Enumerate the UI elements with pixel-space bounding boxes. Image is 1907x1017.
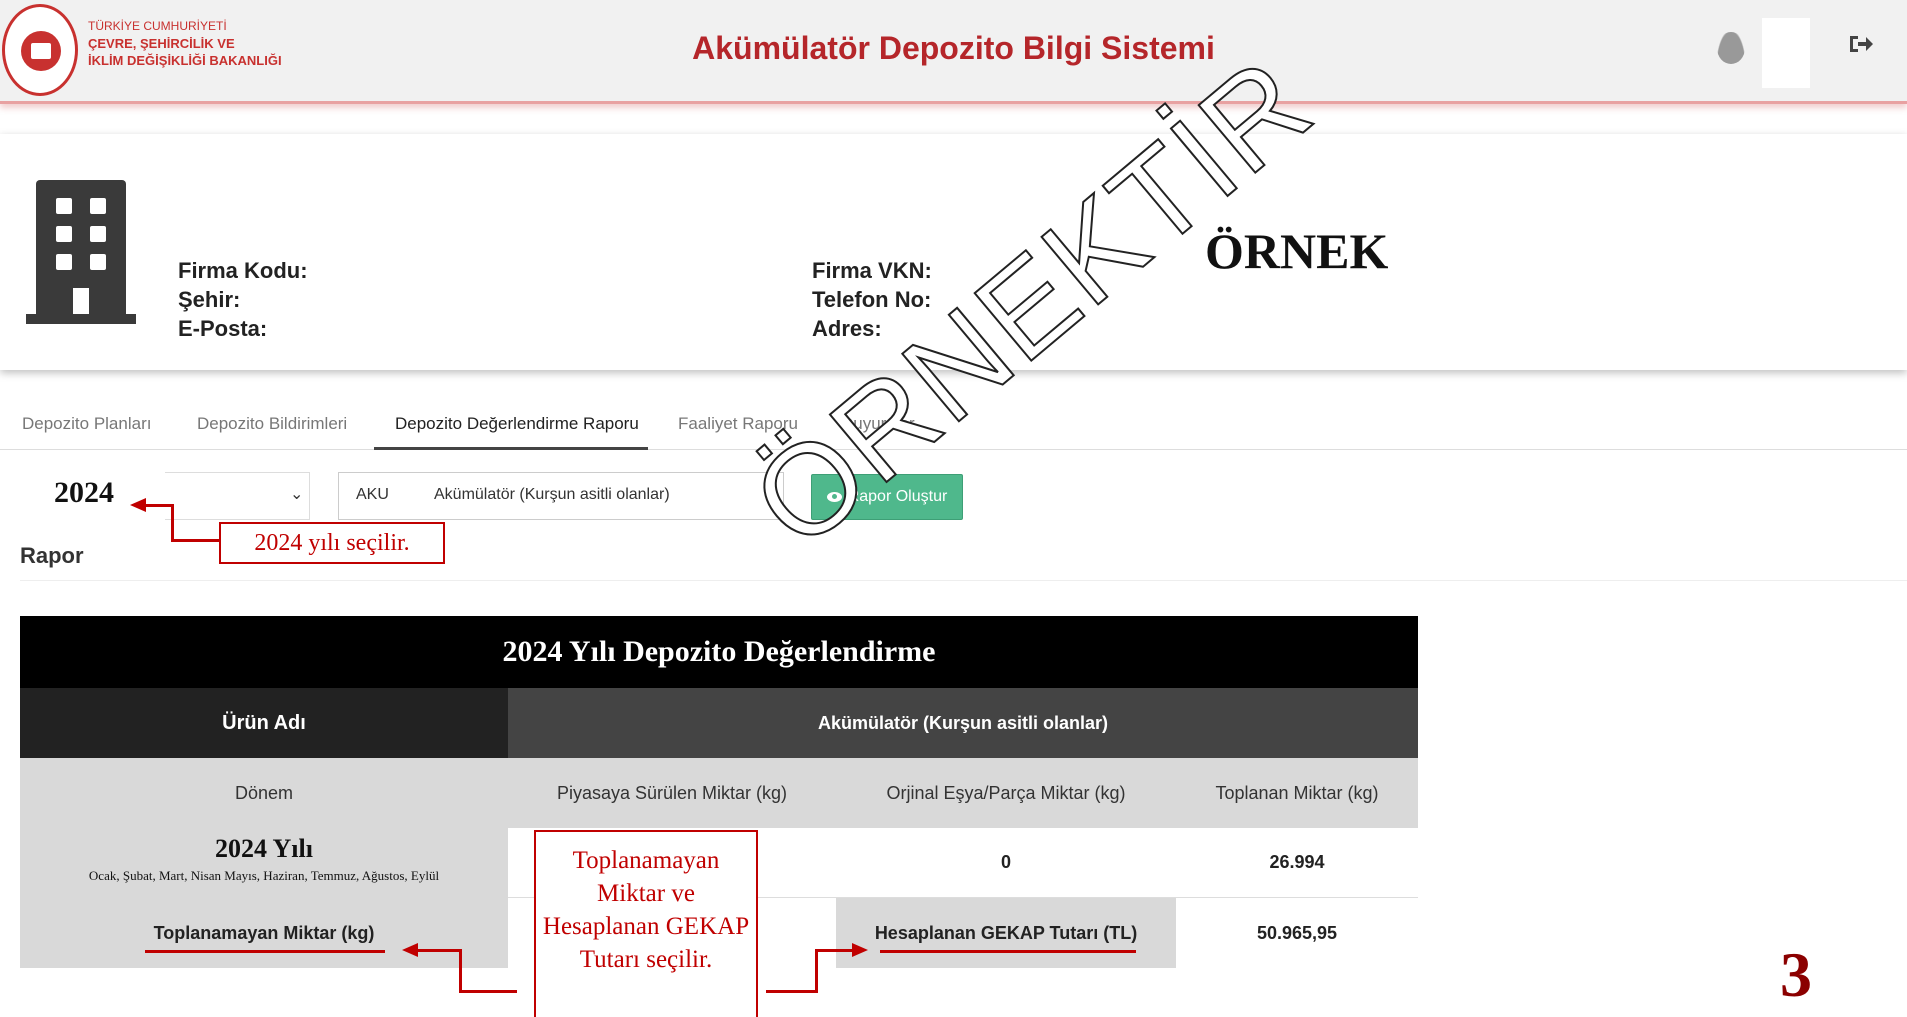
annotation-line [171,504,174,542]
annotation-line [171,539,219,542]
market-amount-header: Piyasaya Sürülen Miktar (kg) [508,758,836,828]
collected-amount-header: Toplanan Miktar (kg) [1176,758,1418,828]
firma-kodu-label: Firma Kodu: [178,258,308,283]
page: TÜRKİYE CUMHURİYETİ ÇEVRE, ŞEHİRCİLİK VE… [0,0,1907,1017]
annotation-arrow [852,943,868,957]
product-name-value: Akümülatör (Kurşun asitli olanlar) [508,688,1418,758]
period-cell: 2024 Yılı Ocak, Şubat, Mart, Nisan Mayıs… [20,828,508,898]
report-table-title: 2024 Yılı Depozito Değerlendirme [20,616,1418,688]
firma-vkn-label: Firma VKN: [812,258,932,283]
original-amount-cell: 0 [836,828,1176,898]
annotation-line [766,990,818,993]
gekap-underline [880,950,1136,953]
tab-depozito-degerlendirme-raporu[interactable]: Depozito Değerlendirme Raporu [395,414,639,434]
year-annotation: 2024 yılı seçilir. [219,522,445,564]
gekap-amount-value: 50.965,95 [1176,898,1418,968]
annotation-line [459,949,462,993]
sehir-label: Şehir: [178,287,241,312]
period-header: Dönem [20,758,508,828]
app-title: Akümülatör Depozito Bilgi Sistemi [692,30,1215,66]
period-year: 2024 Yılı [215,834,313,863]
e-posta-label: E-Posta: [178,316,268,341]
annotation-line [416,949,462,952]
tab-depozito-bildirimleri[interactable]: Depozito Bildirimleri [197,414,347,434]
adres-label: Adres: [812,316,882,341]
original-amount-header: Orjinal Eşya/Parça Miktar (kg) [836,758,1176,828]
page-number: 3 [1780,939,1812,1010]
divider [20,580,1907,581]
period-months: Ocak, Şubat, Mart, Nisan Mayıs, Haziran,… [88,868,440,883]
product-name: Akümülatör (Kurşun asitli olanlar) [434,486,670,503]
uncollected-underline [145,950,385,953]
top-header: TÜRKİYE CUMHURİYETİ ÇEVRE, ŞEHİRCİLİK VE… [0,0,1907,104]
collected-amount-cell: 26.994 [1176,828,1418,898]
user-avatar-icon[interactable] [1717,32,1745,64]
annotation-line [815,949,818,993]
active-tab-indicator [374,447,648,450]
user-name-box [1762,18,1810,88]
rapor-heading: Rapor [20,543,84,568]
tab-depozito-planlari[interactable]: Depozito Planları [22,414,151,434]
uncollected-amount-label[interactable]: Toplanamayan Miktar (kg) [20,898,508,968]
annotation-line [815,949,855,952]
product-name-header: Ürün Adı [20,688,508,758]
building-icon [26,180,136,324]
selection-annotation: Toplanamayan Miktar ve Hesaplanan GEKAP … [534,830,758,1017]
annotation-line [144,504,174,507]
year-value: 2024 [54,476,114,509]
chevron-down-icon[interactable]: ⌄ [290,484,303,504]
gekap-amount-label[interactable]: Hesaplanan GEKAP Tutarı (TL) [836,898,1176,968]
annotation-line [459,990,517,993]
logout-icon[interactable] [1848,32,1876,60]
product-code: AKU [356,486,389,503]
